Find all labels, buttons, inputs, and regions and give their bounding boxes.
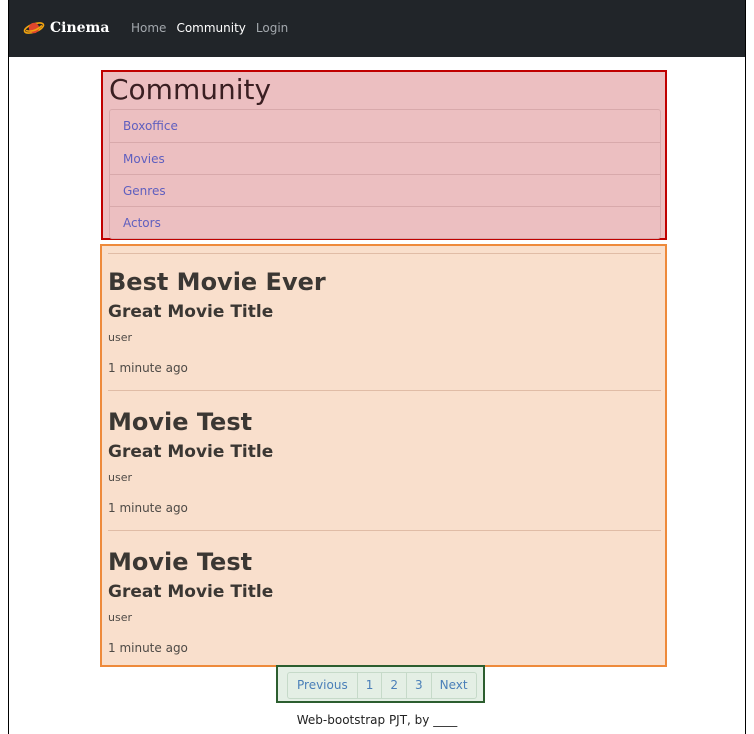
pagination: Previous 1 2 3 Next	[287, 672, 477, 699]
post-title[interactable]: Movie Test	[108, 406, 252, 438]
divider	[108, 253, 661, 254]
pagination-page-3[interactable]: 3	[406, 673, 431, 698]
community-item-movies[interactable]: Movies	[110, 142, 660, 174]
post-card[interactable]: Movie Test Great Movie Title user 1 minu…	[108, 406, 661, 546]
navbar: Cinema Home Community Login	[9, 0, 745, 57]
page-frame-left	[8, 0, 9, 734]
pagination-page-2[interactable]: 2	[381, 673, 406, 698]
post-card[interactable]: Best Movie Ever Great Movie Title user 1…	[108, 266, 661, 406]
community-item-actors[interactable]: Actors	[110, 206, 660, 238]
nav-link-home[interactable]: Home	[131, 21, 166, 35]
post-movie-title: Great Movie Title	[108, 302, 274, 322]
community-list: Boxoffice Movies Genres Actors	[109, 109, 661, 239]
page-frame-right	[745, 0, 746, 734]
post-author: user	[108, 471, 132, 484]
nav-link-login[interactable]: Login	[256, 21, 288, 35]
footer-text: Web-bootstrap PJT, by ____	[296, 713, 458, 727]
post-timestamp: 1 minute ago	[108, 501, 188, 515]
post-author: user	[108, 331, 132, 344]
navbar-brand[interactable]: Cinema	[23, 18, 109, 38]
brand-name: Cinema	[50, 20, 110, 36]
post-timestamp: 1 minute ago	[108, 641, 188, 655]
pagination-next-button[interactable]: Next	[430, 673, 476, 698]
post-timestamp: 1 minute ago	[108, 361, 188, 375]
community-item-boxoffice[interactable]: Boxoffice	[110, 110, 660, 142]
community-section: Community Boxoffice Movies Genres Actors	[101, 70, 667, 240]
pagination-previous-button[interactable]: Previous	[288, 673, 357, 698]
nav-link-community[interactable]: Community	[176, 21, 245, 35]
posts-section: Best Movie Ever Great Movie Title user 1…	[100, 244, 667, 667]
post-movie-title: Great Movie Title	[108, 582, 274, 602]
community-item-genres[interactable]: Genres	[110, 174, 660, 206]
divider	[108, 530, 661, 531]
post-movie-title: Great Movie Title	[108, 442, 274, 462]
pagination-section: Previous 1 2 3 Next	[276, 665, 485, 703]
post-author: user	[108, 611, 132, 624]
saturn-planet-icon	[23, 22, 45, 34]
pagination-page-1[interactable]: 1	[356, 673, 382, 698]
post-title[interactable]: Best Movie Ever	[108, 266, 326, 298]
community-title: Community	[109, 73, 272, 106]
divider	[108, 390, 661, 391]
post-title[interactable]: Movie Test	[108, 546, 252, 578]
nav-links: Home Community Login	[131, 21, 288, 35]
